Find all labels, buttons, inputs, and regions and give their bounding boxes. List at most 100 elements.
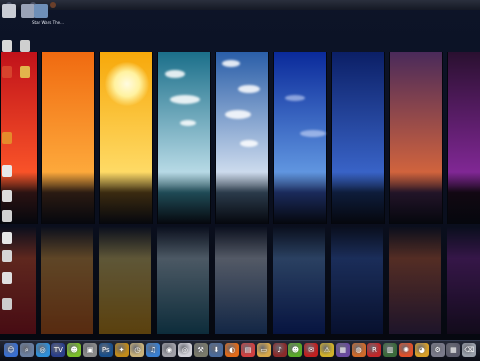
- strip-yellow-sun-ground: [100, 172, 152, 224]
- magnifier-icon[interactable]: ◎: [35, 343, 50, 357]
- cloud-5: [238, 85, 260, 93]
- strip-deep-blue: [273, 52, 327, 224]
- strip-orange-sunset-ground: [42, 172, 94, 224]
- chart-icon[interactable]: ▥: [383, 343, 398, 357]
- network-icon: [34, 4, 48, 18]
- search-icon[interactable]: ⌕: [19, 343, 34, 357]
- stack-icon-glyph: ▦: [339, 346, 347, 354]
- strip-violet-night-reflection: [447, 226, 480, 334]
- gear-icon-glyph: ⚙: [434, 346, 441, 354]
- tools-icon[interactable]: ⚒: [193, 343, 208, 357]
- trash-icon-glyph: ⌫: [464, 346, 475, 354]
- game-icon-glyph: ✦: [118, 346, 125, 354]
- strip-teal-sky-ground: [158, 172, 210, 224]
- doc-icon-9[interactable]: [2, 298, 12, 310]
- orange-app-icon[interactable]: [2, 132, 12, 144]
- ring-icon[interactable]: ◍: [351, 343, 366, 357]
- strip-yellow-sun-reflection: [99, 226, 151, 334]
- strip-teal-sky: [157, 52, 211, 224]
- msn-icon-glyph: ☻: [291, 346, 300, 354]
- cloud-6: [225, 110, 251, 119]
- folder-dock-icon[interactable]: ▭: [256, 343, 271, 357]
- firefox-icon[interactable]: ◐: [225, 343, 240, 357]
- app-r-icon[interactable]: R: [367, 343, 382, 357]
- ring-icon-glyph: ◍: [355, 346, 362, 354]
- cloud-1: [165, 70, 185, 78]
- disc-icon[interactable]: ◉: [162, 343, 176, 357]
- strip-purple-dusk: [389, 52, 443, 224]
- doc-icon-5[interactable]: [2, 210, 12, 222]
- mail-icon[interactable]: ✉: [304, 343, 319, 357]
- msn-icon[interactable]: ☻: [288, 343, 303, 357]
- sun-glow: [105, 62, 149, 106]
- strip-blue-clouds: [215, 52, 269, 224]
- doc-icon-8[interactable]: [2, 272, 12, 284]
- calendar-icon-glyph: ▤: [244, 346, 252, 354]
- warning-icon[interactable]: ⚠: [320, 343, 334, 357]
- strip-deep-blue-ground: [274, 172, 326, 224]
- tools-icon-glyph: ⚒: [197, 346, 204, 354]
- cloud-2: [170, 95, 200, 104]
- strip-blue-clouds-reflection: [215, 226, 267, 334]
- calendar-icon[interactable]: ▤: [241, 343, 255, 357]
- itunes-icon[interactable]: ♫: [146, 343, 161, 357]
- doc-icon-6[interactable]: [2, 232, 12, 244]
- search-icon-glyph: ⌕: [24, 345, 29, 354]
- audio-icon[interactable]: ♪: [272, 343, 287, 357]
- strip-navy-ground: [332, 172, 384, 224]
- doc-icon-7[interactable]: [2, 250, 12, 262]
- doc-icon-1[interactable]: [2, 40, 12, 52]
- cloud-4: [222, 60, 240, 67]
- top-button-icon-3[interactable]: [50, 2, 56, 8]
- cloud-3: [180, 120, 196, 126]
- trash-icon[interactable]: ⌫: [462, 343, 477, 357]
- photoshop-icon[interactable]: Ps: [98, 343, 113, 357]
- mail-icon-glyph: ✉: [308, 346, 315, 354]
- strip-orange-sunset-reflection: [41, 226, 93, 334]
- gear-icon[interactable]: ⚙: [430, 343, 445, 357]
- magnifier-icon-glyph: ◎: [39, 346, 46, 354]
- strip-blue-clouds-ground: [216, 172, 268, 224]
- cloud-7: [240, 140, 258, 147]
- top-menu-bar: [0, 0, 480, 10]
- finder-icon-glyph: ☺: [7, 346, 15, 354]
- smiley-icon[interactable]: ☻: [67, 343, 82, 357]
- doc-icon-4[interactable]: [2, 190, 12, 202]
- chrome-icon-glyph: ◕: [418, 346, 425, 354]
- cd-icon-glyph: ◎: [181, 346, 188, 354]
- itunes-icon-glyph: ♫: [150, 346, 157, 354]
- download-icon[interactable]: ⬇: [209, 343, 224, 357]
- folder-dock-icon-glyph: ▭: [260, 346, 268, 354]
- disc-icon-glyph: ◉: [165, 346, 173, 354]
- game-icon[interactable]: ✦: [114, 343, 129, 357]
- stack-icon[interactable]: ▦: [335, 343, 350, 357]
- cd-icon[interactable]: ◎: [177, 343, 192, 357]
- photoshop-icon-glyph: Ps: [101, 346, 110, 354]
- strip-violet-night-ground: [448, 172, 480, 224]
- clock-icon-glyph: ◷: [134, 346, 141, 354]
- folder-icon-2[interactable]: [20, 66, 30, 78]
- audio-icon-glyph: ♪: [277, 346, 282, 354]
- strip-navy-reflection: [331, 226, 383, 334]
- clock-icon[interactable]: ◷: [130, 343, 145, 357]
- network-label: Star Wars The...: [32, 20, 64, 25]
- firefox-icon-glyph: ◐: [229, 346, 236, 354]
- window-icon[interactable]: ▣: [83, 343, 97, 357]
- finder-icon[interactable]: ☺: [4, 343, 18, 357]
- warning-icon-glyph: ⚠: [323, 346, 331, 354]
- pinwheel-icon[interactable]: ✺: [399, 343, 413, 357]
- cloud-9: [300, 130, 326, 137]
- doc-icon-3[interactable]: [2, 165, 12, 177]
- chart-icon-glyph: ▥: [386, 346, 394, 354]
- strip-deep-blue-reflection: [273, 226, 325, 334]
- window-icon-glyph: ▣: [86, 346, 94, 354]
- smiley-icon-glyph: ☻: [70, 346, 78, 354]
- doc-icon-2[interactable]: [20, 40, 30, 52]
- app-icon-red[interactable]: [2, 66, 12, 78]
- cloud-8: [285, 95, 305, 101]
- chrome-icon[interactable]: ◕: [414, 343, 429, 357]
- grid-icon[interactable]: ▦: [446, 343, 461, 357]
- tv-icon[interactable]: TV: [51, 343, 66, 357]
- strip-orange-sunset: [41, 52, 95, 224]
- strip-purple-dusk-reflection: [389, 226, 441, 334]
